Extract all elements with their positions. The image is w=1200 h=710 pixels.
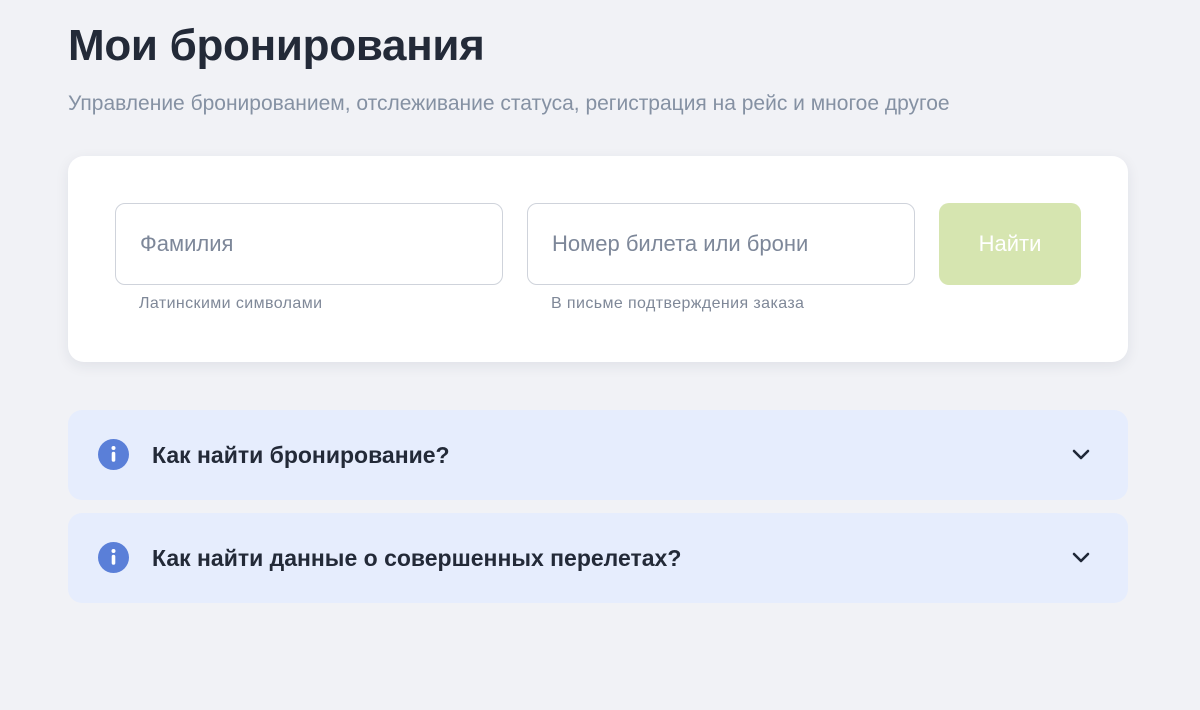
faq-item-find-booking[interactable]: Как найти бронирование? bbox=[68, 410, 1128, 500]
faq-question-label: Как найти данные о совершенных перелетах… bbox=[152, 545, 682, 571]
surname-hint: Латинскими символами bbox=[139, 295, 323, 312]
info-icon bbox=[98, 439, 129, 470]
info-icon bbox=[98, 542, 129, 573]
ticket-field-group: В письме подтверждения заказа bbox=[527, 203, 915, 315]
booking-search-card: Латинскими символами В письме подтвержде… bbox=[68, 156, 1128, 362]
surname-field-group: Латинскими символами bbox=[115, 203, 503, 315]
ticket-number-hint: В письме подтверждения заказа bbox=[551, 295, 805, 312]
ticket-number-input[interactable] bbox=[527, 203, 915, 285]
surname-input[interactable] bbox=[115, 203, 503, 285]
page-subtitle: Управление бронированием, отслеживание с… bbox=[68, 92, 950, 115]
chevron-down-icon[interactable] bbox=[1071, 549, 1091, 565]
faq-question-label: Как найти бронирование? bbox=[152, 442, 450, 468]
find-button[interactable]: Найти bbox=[939, 203, 1081, 285]
faq-item-past-flights[interactable]: Как найти данные о совершенных перелетах… bbox=[68, 513, 1128, 603]
page-title: Мои бронирования bbox=[68, 21, 485, 70]
chevron-down-icon[interactable] bbox=[1071, 446, 1091, 462]
